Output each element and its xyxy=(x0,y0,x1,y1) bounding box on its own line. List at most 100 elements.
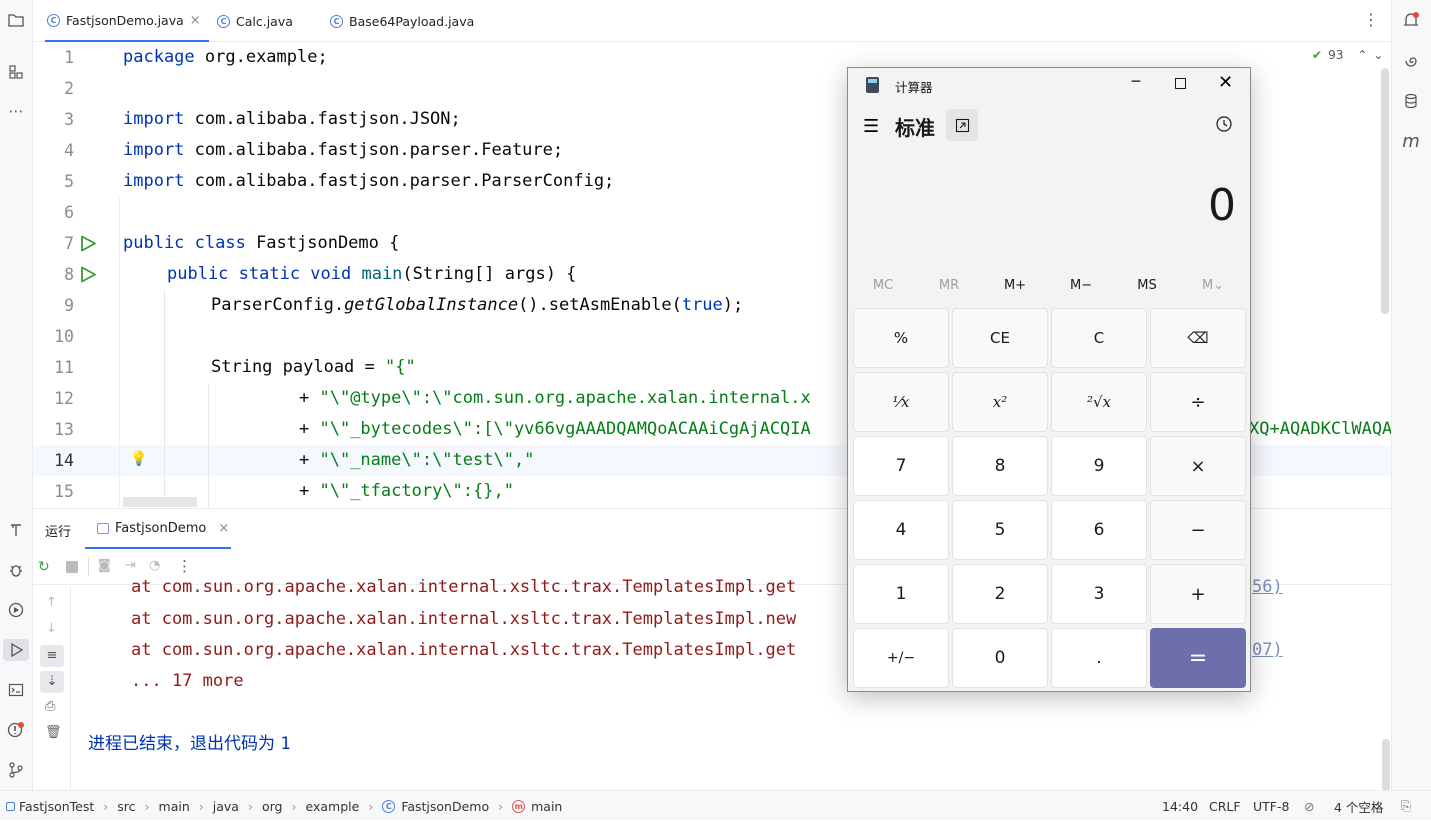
negate-button[interactable]: +/− xyxy=(853,628,949,688)
digit-1-button[interactable]: 1 xyxy=(853,564,949,624)
rerun-icon[interactable]: ↻ xyxy=(38,559,50,575)
breadcrumb-item[interactable]: java xyxy=(213,799,239,814)
percent-button[interactable]: % xyxy=(853,308,949,368)
equals-button[interactable]: = xyxy=(1150,628,1246,688)
tab-run-fastjsondemo[interactable]: FastjsonDemo × xyxy=(85,509,231,549)
close-icon[interactable]: ✕ xyxy=(1218,72,1233,93)
breadcrumb-item[interactable]: example xyxy=(306,799,360,814)
folder-icon[interactable] xyxy=(3,9,29,31)
digit-7-button[interactable]: 7 xyxy=(853,436,949,496)
exit-icon[interactable]: ⇥ xyxy=(125,558,136,573)
lock-icon[interactable]: ⎘ xyxy=(1401,791,1411,821)
minimize-icon[interactable]: ─ xyxy=(1128,74,1144,94)
structure-icon[interactable] xyxy=(3,61,29,83)
editor-scrollbar[interactable] xyxy=(1381,68,1389,314)
breadcrumb-item[interactable]: FastjsonTest xyxy=(19,799,94,814)
debug-icon[interactable] xyxy=(3,559,29,581)
gauge-icon[interactable]: ◔ xyxy=(149,558,160,573)
history-icon[interactable] xyxy=(1214,114,1234,138)
run-tool-icon[interactable] xyxy=(3,639,29,661)
readonly-icon[interactable]: ⊘ xyxy=(1304,791,1314,821)
maximize-icon[interactable] xyxy=(1175,78,1186,89)
decimal-button[interactable]: . xyxy=(1051,628,1147,688)
breadcrumb-item[interactable]: org xyxy=(262,799,283,814)
chevron-up-icon[interactable]: ⌃ xyxy=(1357,48,1367,62)
multiply-button[interactable]: × xyxy=(1150,436,1246,496)
source-link[interactable]: 56) xyxy=(1252,577,1283,597)
ai-assistant-icon[interactable] xyxy=(1398,50,1424,72)
more-tools-icon[interactable]: ⋯ xyxy=(3,100,29,122)
breadcrumb-item[interactable]: src xyxy=(117,799,135,814)
arrow-down-icon[interactable]: ↓ xyxy=(46,621,57,636)
digit-3-button[interactable]: 3 xyxy=(1051,564,1147,624)
clear-button[interactable]: C xyxy=(1051,308,1147,368)
tab-fastjsondemo[interactable]: C FastjsonDemo.java × xyxy=(45,0,209,42)
tab-options-icon[interactable]: ⋮ xyxy=(1363,10,1379,29)
divide-button[interactable]: ÷ xyxy=(1150,372,1246,432)
tab-calc[interactable]: C Calc.java xyxy=(217,0,293,42)
subtract-button[interactable]: − xyxy=(1150,500,1246,560)
left-toolbar: ⋯ xyxy=(0,0,33,790)
backspace-button[interactable]: ⌫ xyxy=(1150,308,1246,368)
memory-store-button[interactable]: MS xyxy=(1114,278,1180,293)
square-root-button[interactable]: ²√x xyxy=(1051,372,1147,432)
git-icon[interactable] xyxy=(3,759,29,781)
build-icon[interactable] xyxy=(3,519,29,541)
scroll-to-end-icon[interactable]: ⇣ xyxy=(40,671,64,693)
memory-clear-button[interactable]: MC xyxy=(850,278,916,293)
digit-8-button[interactable]: 8 xyxy=(952,436,1048,496)
digit-2-button[interactable]: 2 xyxy=(952,564,1048,624)
terminal-icon[interactable] xyxy=(3,679,29,701)
tab-base64payload[interactable]: C Base64Payload.java xyxy=(330,0,474,42)
digit-5-button[interactable]: 5 xyxy=(952,500,1048,560)
digit-0-button[interactable]: 0 xyxy=(952,628,1048,688)
chevron-down-icon[interactable]: ⌄ xyxy=(1373,48,1383,62)
memory-add-button[interactable]: M+ xyxy=(982,278,1048,293)
breadcrumb-item[interactable]: FastjsonDemo xyxy=(401,799,489,814)
indent-setting[interactable]: 4 个空格 xyxy=(1334,791,1383,821)
digit-4-button[interactable]: 4 xyxy=(853,500,949,560)
memory-subtract-button[interactable]: M− xyxy=(1048,278,1114,293)
console-scrollbar[interactable] xyxy=(1382,739,1390,791)
database-icon[interactable] xyxy=(1398,90,1424,112)
calculator-mode: 标准 xyxy=(895,116,935,140)
problems-icon[interactable] xyxy=(3,719,29,741)
inspection-widget[interactable]: ✔ 93 ⌃ ⌄ xyxy=(1312,48,1383,62)
digit-9-button[interactable]: 9 xyxy=(1051,436,1147,496)
run-main-icon[interactable] xyxy=(80,266,97,283)
memory-recall-button[interactable]: MR xyxy=(916,278,982,293)
add-button[interactable]: + xyxy=(1150,564,1246,624)
memory-list-button[interactable]: M⌄ xyxy=(1180,278,1246,293)
lightbulb-icon[interactable]: 💡 xyxy=(130,451,147,467)
chevron-right-icon: › xyxy=(103,798,109,814)
maven-icon[interactable]: m xyxy=(1398,130,1424,152)
cursor-position[interactable]: 14:40 xyxy=(1162,791,1198,821)
hamburger-menu-icon[interactable]: ☰ xyxy=(863,116,879,137)
horizontal-scrollbar[interactable] xyxy=(123,497,197,507)
arrow-up-icon[interactable]: ↑ xyxy=(46,595,57,610)
reciprocal-button[interactable]: ¹⁄x xyxy=(853,372,949,432)
breadcrumb-item[interactable]: main xyxy=(531,799,562,814)
trash-icon[interactable]: 🗑 xyxy=(45,725,62,740)
code-line-12: + "\"@type\":\"com.sun.org.apache.xalan.… xyxy=(299,383,811,414)
clear-entry-button[interactable]: CE xyxy=(952,308,1048,368)
close-tab-icon[interactable]: × xyxy=(190,13,201,28)
print-icon[interactable]: ⎙ xyxy=(45,699,55,714)
digit-6-button[interactable]: 6 xyxy=(1051,500,1147,560)
chevron-right-icon: › xyxy=(144,798,150,814)
notifications-icon[interactable] xyxy=(1398,9,1424,31)
line-number: 4 xyxy=(64,141,74,160)
soft-wrap-icon[interactable]: ≡ xyxy=(40,645,64,667)
code-text: FastjsonDemo { xyxy=(245,233,400,253)
breadcrumb-item[interactable]: main xyxy=(159,799,190,814)
line-separator[interactable]: CRLF xyxy=(1209,791,1241,821)
file-encoding[interactable]: UTF-8 xyxy=(1253,791,1289,821)
square-button[interactable]: x² xyxy=(952,372,1048,432)
run-class-icon[interactable] xyxy=(80,235,97,252)
keep-on-top-icon[interactable] xyxy=(946,109,978,141)
services-icon[interactable] xyxy=(3,599,29,621)
source-link[interactable]: 07) xyxy=(1252,640,1283,660)
camera-icon[interactable]: ◙ xyxy=(98,558,111,573)
close-tab-icon[interactable]: × xyxy=(218,521,229,536)
stop-icon[interactable] xyxy=(66,561,78,573)
